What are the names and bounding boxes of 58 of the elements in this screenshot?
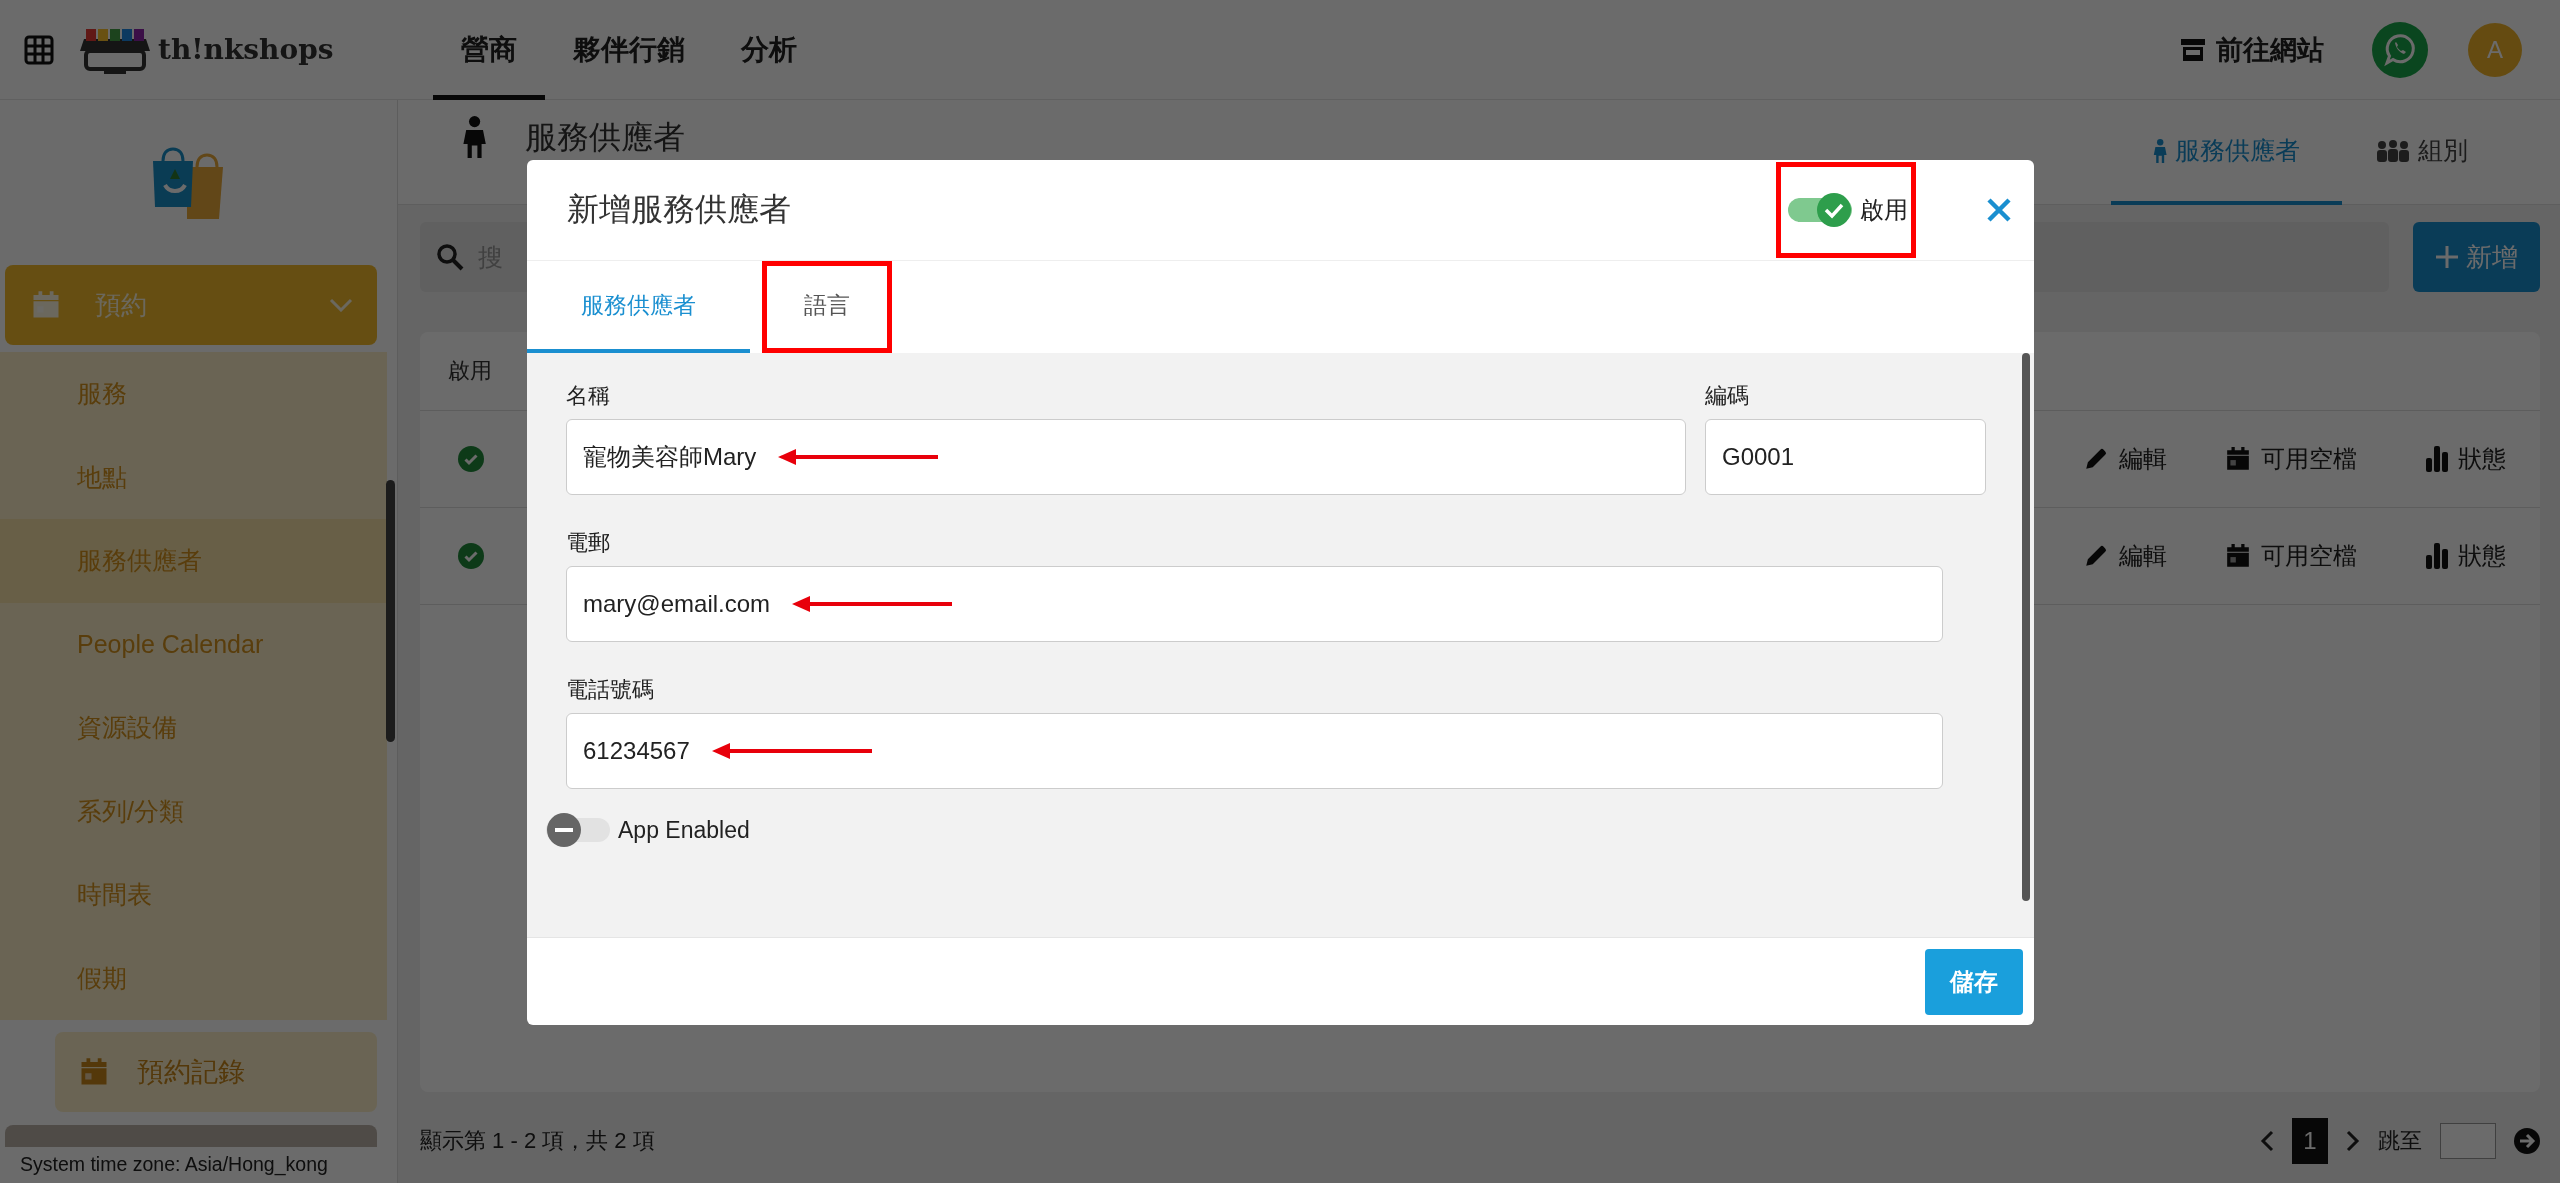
column-header: 啟用 bbox=[448, 357, 492, 385]
page-tab[interactable]: 組別 bbox=[2342, 100, 2502, 205]
text-field[interactable]: G0001 bbox=[1705, 419, 1986, 495]
search-icon bbox=[436, 243, 464, 271]
calendar-icon bbox=[2225, 446, 2251, 472]
toggle-label: App Enabled bbox=[618, 816, 750, 844]
scrollbar[interactable] bbox=[386, 480, 395, 742]
website-link[interactable]: 前往網站 bbox=[2180, 31, 2324, 68]
grid-icon[interactable] bbox=[24, 34, 54, 65]
scrollbar[interactable] bbox=[2022, 353, 2030, 901]
timezone-text: System time zone: Asia/Hong_kong bbox=[19, 1152, 329, 1176]
dialog-title: 新增服務供應者 bbox=[567, 190, 791, 229]
text-field[interactable]: 寵物美容師Mary bbox=[566, 419, 1686, 495]
field-label: 電郵 bbox=[566, 529, 611, 557]
bar-chart-icon bbox=[2426, 543, 2448, 569]
chat-button[interactable] bbox=[2372, 21, 2428, 78]
action-link[interactable]: 可用空檔 bbox=[2225, 540, 2380, 572]
group-icon bbox=[2376, 139, 2410, 162]
page-number[interactable]: 1 bbox=[2292, 1117, 2328, 1164]
field-label: 編碼 bbox=[1705, 382, 1750, 410]
enabled-toggle[interactable] bbox=[1788, 192, 1852, 228]
calendar-icon bbox=[79, 1057, 109, 1087]
pencil-icon bbox=[2083, 543, 2109, 569]
plus-icon bbox=[2435, 246, 2458, 268]
page-tab[interactable]: 服務供應者 bbox=[2110, 100, 2342, 205]
results-summary: 顯示第 1 - 2 項，共 2 項 bbox=[420, 1126, 655, 1155]
save-button[interactable]: 儲存 bbox=[1925, 948, 2023, 1015]
bar-chart-icon bbox=[2426, 446, 2448, 472]
add-button[interactable]: 新增 bbox=[2413, 222, 2540, 292]
action-link[interactable]: 可用空檔 bbox=[2225, 443, 2380, 475]
toggle-label: 啟用 bbox=[1860, 195, 1908, 225]
person-icon bbox=[2152, 138, 2167, 163]
store-icon bbox=[2180, 37, 2206, 62]
pencil-icon bbox=[2083, 446, 2109, 472]
jump-label: 跳至 bbox=[2378, 1126, 2422, 1155]
nav-tab[interactable]: 夥伴行銷 bbox=[545, 0, 713, 100]
page-input[interactable] bbox=[2440, 1122, 2496, 1159]
brand-name: th!nkshops bbox=[158, 33, 334, 66]
text-field[interactable]: 61234567 bbox=[566, 713, 1943, 789]
field-label: 電話號碼 bbox=[566, 676, 655, 704]
next-page-icon[interactable] bbox=[2346, 1129, 2360, 1152]
app-enabled-toggle[interactable] bbox=[546, 812, 610, 848]
text-field[interactable]: mary@email.com bbox=[566, 566, 1943, 642]
field-label: 名稱 bbox=[566, 382, 611, 410]
action-link[interactable]: 狀態 bbox=[2426, 443, 2506, 475]
person-icon bbox=[462, 116, 488, 158]
previous-page-icon[interactable] bbox=[2260, 1129, 2274, 1152]
action-link[interactable]: 編輯 bbox=[2083, 443, 2179, 475]
dialog-tab[interactable]: 語言 bbox=[767, 266, 887, 348]
bookings-button[interactable]: 預約記錄 bbox=[55, 1032, 377, 1112]
calendar-icon bbox=[31, 290, 61, 320]
action-link[interactable]: 狀態 bbox=[2426, 540, 2506, 572]
chevron-icon bbox=[329, 298, 353, 312]
calendar-icon bbox=[2225, 543, 2251, 569]
action-link[interactable]: 編輯 bbox=[2083, 540, 2179, 572]
page-title: 服務供應者 bbox=[525, 118, 686, 157]
nav-tab[interactable]: 分析 bbox=[713, 0, 825, 100]
close-button[interactable] bbox=[1986, 197, 2012, 223]
